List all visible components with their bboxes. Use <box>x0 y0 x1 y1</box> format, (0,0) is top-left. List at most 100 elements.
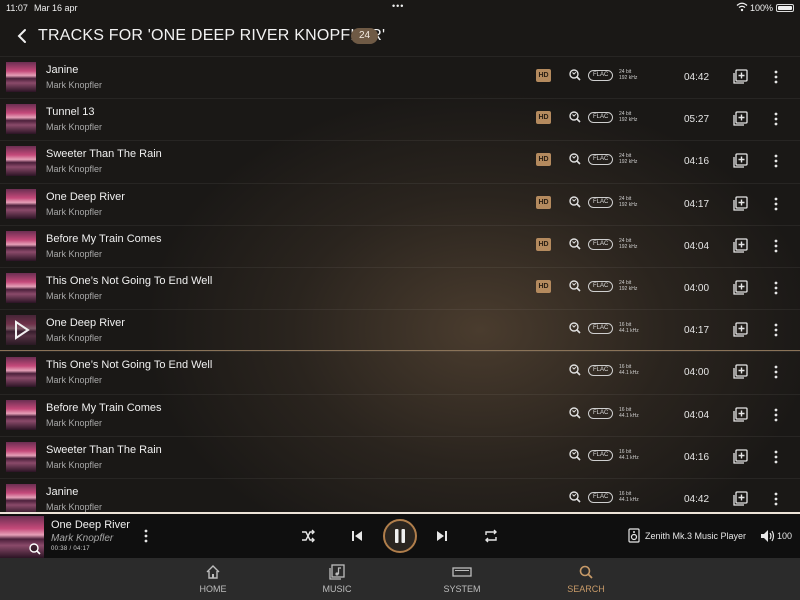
more-options-icon[interactable] <box>141 529 151 543</box>
more-options-icon[interactable] <box>771 492 781 506</box>
format-badge: FLAC <box>588 323 614 335</box>
more-options-icon[interactable] <box>771 70 781 84</box>
add-to-queue-icon[interactable] <box>733 195 748 211</box>
now-playing-bar[interactable]: One Deep River Mark Knopfler 00:38 / 04:… <box>0 514 800 558</box>
repeat-icon[interactable] <box>483 528 499 544</box>
previous-track-icon[interactable] <box>349 528 365 544</box>
album-art[interactable] <box>6 399 36 430</box>
play-icon[interactable] <box>6 315 36 346</box>
album-art[interactable] <box>6 188 36 219</box>
add-to-queue-icon[interactable] <box>733 69 748 84</box>
track-duration: 05:27 <box>684 114 710 126</box>
add-to-queue-icon[interactable] <box>733 322 748 337</box>
quality-search-icon[interactable] <box>569 153 581 165</box>
track-count-badge: 24 <box>351 28 379 44</box>
next-track-icon[interactable] <box>434 528 450 544</box>
track-list[interactable]: Janine Mark Knopfler HD FLAC 24 bit 192 k… <box>0 56 800 512</box>
track-artist: Mark Knopfler <box>46 122 103 133</box>
format-badge: FLAC <box>588 154 614 166</box>
track-artist: Mark Knopfler <box>46 375 103 386</box>
output-device-name[interactable]: Zenith Mk.3 Music Player <box>645 531 746 541</box>
album-art[interactable] <box>6 273 36 303</box>
volume-level[interactable]: 100 <box>777 531 792 541</box>
bit-rate-info: 24 bit 192 kHz <box>619 153 638 166</box>
quality-search-icon[interactable] <box>569 406 581 419</box>
bit-rate-info: 16 bit 44.1 kHz <box>619 364 639 377</box>
tab-search[interactable]: SEARCH <box>546 558 626 600</box>
track-artist: Mark Knopfler <box>46 502 103 512</box>
add-to-queue-icon[interactable] <box>733 406 748 422</box>
add-to-queue-icon[interactable] <box>733 111 748 126</box>
hd-badge: HD <box>536 237 551 251</box>
more-options-icon[interactable] <box>771 239 781 253</box>
add-to-queue-icon[interactable] <box>733 364 748 380</box>
more-options-icon[interactable] <box>771 281 781 295</box>
add-to-queue-icon[interactable] <box>733 449 748 464</box>
track-row[interactable]: Sweeter Than The Rain Mark Knopfler HD F… <box>0 140 800 182</box>
album-art[interactable] <box>6 230 36 261</box>
add-to-queue-icon[interactable] <box>733 491 748 506</box>
quality-search-icon[interactable] <box>569 322 581 334</box>
tab-home[interactable]: HOME <box>173 558 253 600</box>
track-duration: 04:00 <box>684 367 710 379</box>
more-options-icon[interactable] <box>771 365 781 379</box>
quality-search-icon[interactable] <box>569 364 581 376</box>
album-art[interactable] <box>6 357 36 388</box>
album-art[interactable] <box>6 315 36 346</box>
more-options-icon[interactable] <box>771 408 781 422</box>
quality-search-icon[interactable] <box>569 280 581 292</box>
album-art[interactable] <box>6 484 36 512</box>
more-options-icon[interactable] <box>771 197 781 211</box>
track-row[interactable]: Janine Mark Knopfler FLAC 16 bit 44.1 kHz… <box>0 478 800 512</box>
track-title: This One’s Not Going To End Well <box>46 359 213 372</box>
track-row[interactable]: This One’s Not Going To End Well Mark Kn… <box>0 267 800 309</box>
track-row[interactable]: One Deep River Mark Knopfler HD FLAC 24 … <box>0 182 800 225</box>
track-row[interactable]: One Deep River Mark Knopfler FLAC 16 bit… <box>0 309 800 352</box>
track-duration: 04:42 <box>684 72 710 83</box>
format-badge: FLAC <box>588 238 614 250</box>
album-art[interactable] <box>6 104 36 135</box>
hd-badge: HD <box>536 195 551 209</box>
track-row[interactable]: This One’s Not Going To End Well Mark Kn… <box>0 351 800 393</box>
add-to-queue-icon[interactable] <box>733 280 748 295</box>
bit-rate-info: 24 bit 192 kHz <box>619 195 638 208</box>
battery-percent: 100% <box>750 3 774 13</box>
more-options-icon[interactable] <box>771 112 781 126</box>
track-row[interactable]: Before My Train Comes Mark Knopfler HD F… <box>0 224 800 267</box>
quality-search-icon[interactable] <box>569 195 581 208</box>
album-art[interactable] <box>6 146 36 177</box>
quality-search-icon[interactable] <box>569 491 581 503</box>
more-options-icon[interactable] <box>771 323 781 337</box>
track-title: Tunnel 13 <box>46 106 95 119</box>
tab-system[interactable]: SYSTEM <box>422 558 502 600</box>
shuffle-icon[interactable] <box>300 528 316 544</box>
add-to-queue-icon[interactable] <box>733 153 748 169</box>
track-duration: 04:17 <box>684 198 710 210</box>
track-duration: 04:42 <box>684 494 710 505</box>
album-art[interactable] <box>6 62 36 92</box>
track-row[interactable]: Before My Train Comes Mark Knopfler FLAC… <box>0 393 800 436</box>
more-options-icon[interactable] <box>771 154 781 168</box>
track-row[interactable]: Janine Mark Knopfler HD FLAC 24 bit 192 k… <box>0 56 800 98</box>
multitask-dots-icon[interactable]: ••• <box>392 1 404 11</box>
quality-search-icon[interactable] <box>569 69 581 81</box>
track-row[interactable]: Tunnel 13 Mark Knopfler HD FLAC 24 bit 19… <box>0 98 800 140</box>
speaker-icon[interactable] <box>628 528 640 543</box>
more-options-icon[interactable] <box>771 450 781 464</box>
quality-search-icon[interactable] <box>569 449 581 461</box>
track-title: One Deep River <box>46 317 125 330</box>
add-to-queue-icon[interactable] <box>733 238 748 253</box>
volume-icon[interactable] <box>760 529 776 543</box>
quality-search-icon[interactable] <box>569 238 581 250</box>
album-art[interactable] <box>6 441 36 472</box>
track-row[interactable]: Sweeter Than The Rain Mark Knopfler FLAC… <box>0 435 800 478</box>
back-icon[interactable] <box>14 28 30 44</box>
format-badge: FLAC <box>588 407 614 419</box>
pause-button[interactable] <box>383 519 417 553</box>
status-time: 11:07 <box>6 3 28 13</box>
quality-search-icon[interactable] <box>29 543 41 555</box>
quality-search-icon[interactable] <box>569 111 581 123</box>
track-title: Sweeter Than The Rain <box>46 443 162 456</box>
tab-music[interactable]: MUSIC <box>297 558 377 600</box>
track-title: Sweeter Than The Rain <box>46 148 162 161</box>
